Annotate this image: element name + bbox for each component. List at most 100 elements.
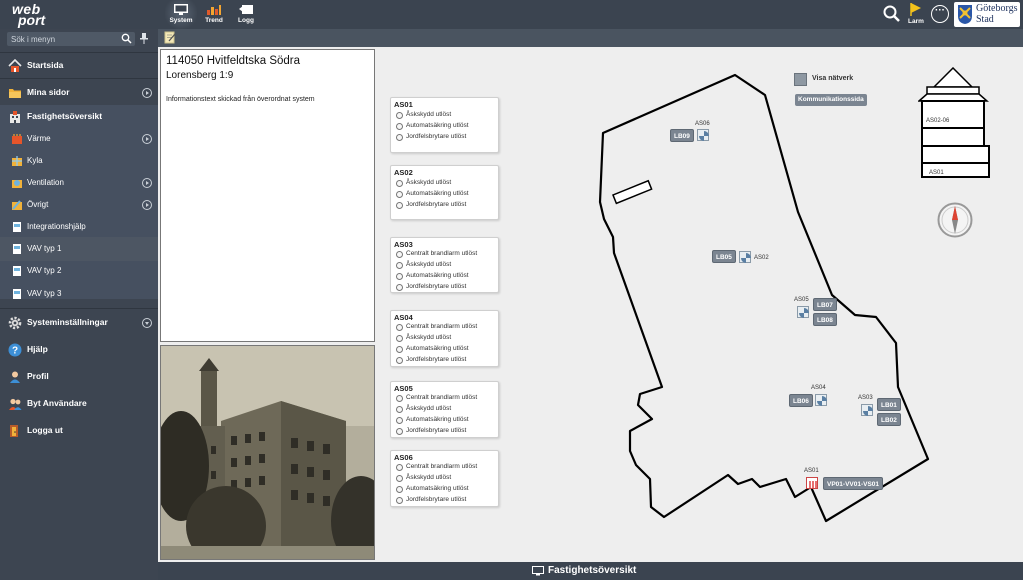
sidebar-item-vav-typ-3[interactable]: VAV typ 3	[0, 282, 158, 299]
sidebar-item-varme[interactable]: Värme	[0, 127, 158, 151]
sidebar-item-vav-typ-2[interactable]: VAV typ 2	[0, 259, 158, 283]
status-indicator	[396, 497, 403, 504]
status-indicator	[396, 346, 403, 353]
fan-icon[interactable]	[815, 394, 827, 406]
status-label: Automatsäkring utlöst	[406, 485, 469, 492]
lb05-tag[interactable]: LB05	[712, 250, 736, 263]
svg-text:?: ?	[12, 346, 18, 357]
status-label: Jordfelsbrytare utlöst	[406, 356, 467, 363]
status-indicator	[396, 335, 403, 342]
sidebar-item-label: Systeminställningar	[27, 317, 108, 327]
lb06-tag[interactable]: LB06	[789, 394, 813, 407]
edit-note-icon[interactable]	[164, 31, 176, 44]
status-label: Åskskydd utlöst	[406, 405, 452, 412]
as03-title: AS03	[394, 240, 413, 249]
user-icon	[10, 371, 20, 383]
sidebar-item-startsida[interactable]: Startsida	[0, 54, 158, 78]
lb09-tag[interactable]: LB09	[670, 129, 694, 142]
status-indicator	[396, 134, 403, 141]
logout-icon	[10, 425, 18, 437]
lb01-tag[interactable]: LB01	[877, 398, 901, 411]
sidebar-item-logga-ut[interactable]: Logga ut	[0, 419, 158, 443]
sidebar-item-systeminstallningar[interactable]: Systeminställningar	[0, 311, 158, 335]
chevron-right-icon[interactable]	[142, 178, 152, 188]
sidebar-item-label: Startsida	[27, 60, 64, 70]
larm-button[interactable]: Larm	[904, 2, 928, 28]
sidebar-item-profil[interactable]: Profil	[0, 365, 158, 389]
sidebar-item-hjalp[interactable]: ? Hjälp	[0, 338, 158, 362]
nav-logg-button[interactable]: Logg	[230, 0, 262, 29]
status-label: Åskskydd utlöst	[406, 334, 452, 341]
sidebar-item-mina-sidor[interactable]: Mina sidor	[0, 81, 158, 105]
fan-icon[interactable]	[797, 306, 809, 318]
log-icon	[239, 5, 253, 14]
chevron-right-icon[interactable]	[142, 134, 152, 144]
sidebar-item-integrationshjalp[interactable]: Integrationshjälp	[0, 215, 158, 239]
goteborgs-stad-logo: Göteborgs Stad	[954, 2, 1020, 27]
sidebar-item-fastighetsoversikt[interactable]: Fastighetsöversikt	[0, 105, 158, 129]
sidebar-item-vav-typ-1[interactable]: VAV typ 1	[0, 237, 158, 261]
status-indicator	[396, 406, 403, 413]
sidebar-item-kyla[interactable]: Kyla	[0, 149, 158, 173]
chevron-down-icon[interactable]	[142, 318, 152, 328]
status-label: Centralt brandlarm utlöst	[406, 250, 478, 257]
property-title: 114050 Hvitfeldtska Södra	[166, 55, 301, 67]
status-label: Automatsäkring utlöst	[406, 190, 469, 197]
lb02-tag[interactable]: LB02	[877, 413, 901, 426]
lb08-tag[interactable]: LB08	[813, 313, 837, 326]
wrench-icon	[12, 200, 22, 210]
webport-logo[interactable]: web port	[6, 2, 64, 28]
status-label: Jordfelsbrytare utlöst	[406, 201, 467, 208]
status-indicator	[396, 123, 403, 130]
as03-map-label: AS03	[858, 395, 873, 401]
monitor-icon	[174, 4, 188, 15]
sidebar-divider	[0, 52, 158, 53]
main-content: 114050 Hvitfeldtska Södra Lorensberg 1:9…	[158, 47, 1023, 562]
pin-icon[interactable]	[139, 32, 149, 45]
snowflake-icon	[12, 156, 22, 166]
building-wing	[612, 179, 653, 205]
status-indicator	[396, 464, 403, 471]
more-options-icon[interactable]: ···	[931, 5, 949, 23]
status-indicator	[396, 112, 403, 119]
ventilation-icon	[12, 180, 22, 188]
folder-icon	[9, 89, 21, 98]
status-indicator	[396, 180, 403, 187]
fan-icon[interactable]	[697, 129, 709, 141]
sidebar-item-label: Ventilation	[27, 178, 64, 187]
alarm-flag-icon	[910, 3, 921, 16]
chevron-right-icon[interactable]	[142, 200, 152, 210]
status-label: Åskskydd utlöst	[406, 261, 452, 268]
sidebar-item-label: VAV typ 2	[27, 266, 62, 275]
visa-natverk-toggle[interactable]	[794, 73, 807, 86]
sidebar-item-ventilation[interactable]: Ventilation	[0, 171, 158, 195]
trend-chart-icon	[207, 5, 221, 15]
status-label: Centralt brandlarm utlöst	[406, 463, 478, 470]
as05-title: AS05	[394, 384, 413, 393]
status-bar: Fastighetsöversikt	[158, 562, 1023, 580]
search-icon[interactable]	[882, 4, 902, 24]
lb07-tag[interactable]: LB07	[813, 298, 837, 311]
status-label: Jordfelsbrytare utlöst	[406, 496, 467, 503]
monitor-icon	[532, 566, 544, 576]
fan-icon[interactable]	[739, 251, 751, 263]
as04-title: AS04	[394, 313, 413, 322]
larm-label: Larm	[908, 18, 924, 25]
nav-trend-button[interactable]: Trend	[198, 0, 230, 29]
property-designation: Lorensberg 1:9	[166, 70, 234, 81]
sidebar-item-label: Mina sidor	[27, 87, 70, 97]
vp01-vv01-vs01-tag[interactable]: VP01-VV01-VS01	[823, 477, 884, 490]
nav-system-button[interactable]: System	[165, 0, 197, 29]
sidebar-item-ovrigt[interactable]: Övrigt	[0, 193, 158, 217]
sidebar-item-byt-anvandare[interactable]: Byt Användare	[0, 392, 158, 416]
search-icon[interactable]	[121, 33, 132, 44]
as01-title: AS01	[394, 100, 413, 109]
as01-card: AS01 Åskskydd utlöst Automatsäkring utlö…	[390, 97, 499, 153]
chevron-right-icon[interactable]	[142, 88, 152, 98]
heating-icon[interactable]	[806, 477, 818, 489]
status-indicator	[396, 428, 403, 435]
fan-icon[interactable]	[861, 404, 873, 416]
kommunikationssida-button[interactable]: Kommunikationssida	[795, 94, 867, 106]
menu-search-input[interactable]	[11, 33, 119, 45]
compass-icon	[937, 202, 973, 238]
